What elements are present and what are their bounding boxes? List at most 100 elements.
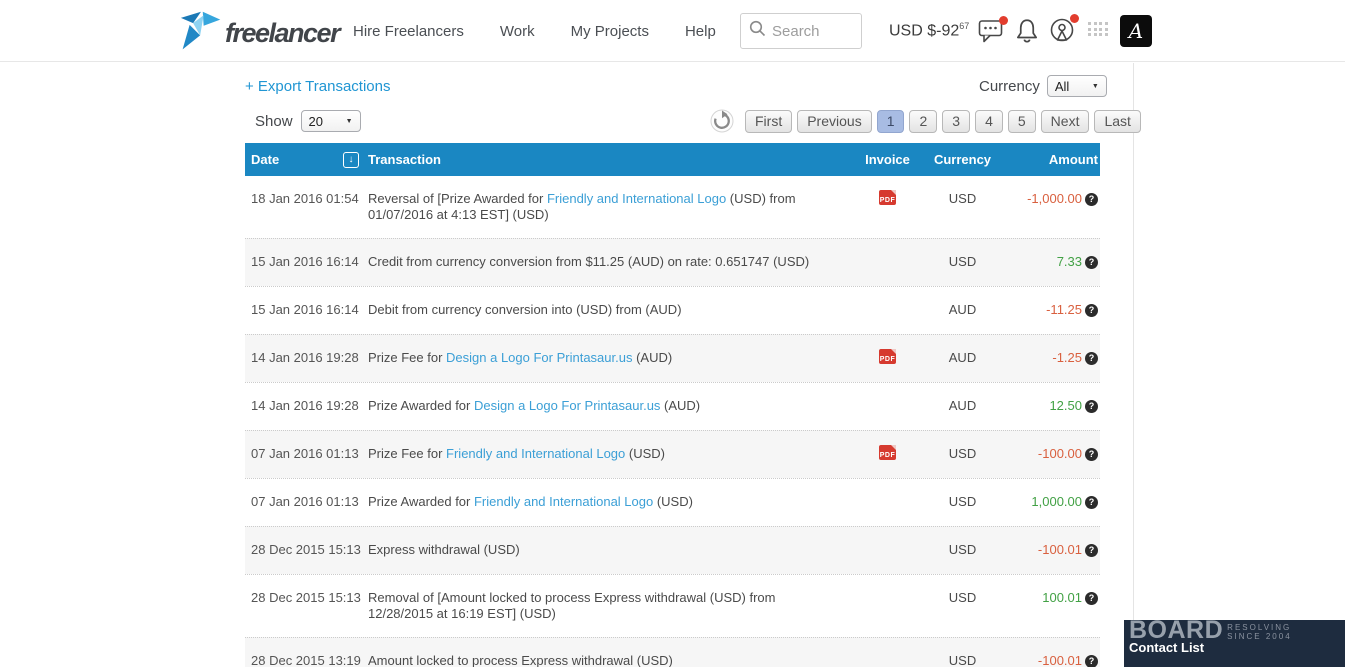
sort-descending-icon[interactable]: ↓ (343, 152, 359, 168)
cell-date: 15 Jan 2016 16:14 (245, 302, 368, 317)
amount-help-icon[interactable]: ? (1085, 193, 1098, 206)
nav-item-work[interactable]: Work (500, 23, 535, 40)
header-date[interactable]: Date (251, 152, 279, 167)
show-select-value: 20 (309, 114, 323, 129)
pdf-label: PDF (879, 197, 896, 204)
top-navigation-bar: freelancer Hire Freelancers Work My Proj… (0, 0, 1345, 62)
cell-currency: USD (915, 446, 1010, 461)
page-button-first[interactable]: First (745, 110, 792, 133)
amount-help-icon[interactable]: ? (1085, 496, 1098, 509)
header-invoice: Invoice (860, 152, 915, 167)
amount-help-icon[interactable]: ? (1085, 400, 1098, 413)
nav-item-hire-freelancers[interactable]: Hire Freelancers (353, 23, 464, 40)
page-button-previous[interactable]: Previous (797, 110, 871, 133)
apps-grid-icon[interactable] (1088, 22, 1108, 36)
board-tagline-2: SINCE 2004 (1227, 632, 1291, 641)
amount-help-icon[interactable]: ? (1085, 304, 1098, 317)
cell-date: 28 Dec 2015 15:13 (245, 542, 368, 557)
table-row: 28 Dec 2015 15:13 Express withdrawal (US… (245, 526, 1100, 574)
amount-help-icon[interactable]: ? (1085, 655, 1098, 667)
project-link[interactable]: Design a Logo For Printasaur.us (474, 398, 660, 413)
cell-currency: AUD (915, 302, 1010, 317)
cell-date: 15 Jan 2016 16:14 (245, 254, 368, 269)
cell-transaction: Debit from currency conversion into (USD… (368, 302, 860, 318)
pdf-invoice-icon[interactable]: PDF (879, 445, 896, 460)
amount-value: 12.50 (1049, 398, 1082, 413)
table-row: 14 Jan 2016 19:28 Prize Fee for Design a… (245, 334, 1100, 382)
amount-value: -100.01 (1038, 542, 1082, 557)
cell-transaction: Prize Fee for Friendly and International… (368, 446, 860, 462)
amount-help-icon[interactable]: ? (1085, 544, 1098, 557)
search-box (740, 13, 862, 49)
pdf-label: PDF (879, 452, 896, 459)
amount-value: 100.01 (1042, 590, 1082, 605)
project-link[interactable]: Friendly and International Logo (547, 191, 726, 206)
notifications-bell-icon[interactable] (1014, 17, 1042, 43)
amount-help-icon[interactable]: ? (1085, 592, 1098, 605)
header-currency: Currency (915, 152, 1010, 167)
page-button-next[interactable]: Next (1041, 110, 1090, 133)
user-avatar[interactable]: A (1120, 15, 1152, 47)
currency-select-value: All (1055, 79, 1069, 94)
amount-help-icon[interactable]: ? (1085, 352, 1098, 365)
freelancer-bird-icon (180, 11, 222, 56)
cell-currency: USD (915, 191, 1010, 206)
amount-value: -100.01 (1038, 653, 1082, 667)
cell-date: 18 Jan 2016 01:54 (245, 191, 368, 206)
cell-transaction: Reversal of [Prize Awarded for Friendly … (368, 191, 860, 223)
nav-item-help[interactable]: Help (685, 23, 716, 40)
cell-date: 14 Jan 2016 19:28 (245, 350, 368, 365)
project-link[interactable]: Friendly and International Logo (474, 494, 653, 509)
show-label: Show (255, 113, 293, 130)
contact-list-link[interactable]: Contact List (1129, 640, 1345, 655)
main-menu: Hire Freelancers Work My Projects Help (353, 0, 716, 62)
page-button-last[interactable]: Last (1094, 110, 1140, 133)
account-balance[interactable]: USD $-9267 (889, 21, 969, 40)
amount-value: 7.33 (1057, 254, 1082, 269)
export-transactions-link[interactable]: + Export Transactions (245, 78, 391, 95)
cell-transaction: Prize Awarded for Design a Logo For Prin… (368, 398, 860, 414)
page-button-3[interactable]: 3 (942, 110, 970, 133)
messages-icon[interactable] (978, 19, 1006, 45)
header-transaction[interactable]: Transaction (368, 152, 860, 168)
pdf-invoice-icon[interactable]: PDF (879, 349, 896, 364)
balance-cents: 67 (959, 21, 969, 31)
transactions-body: 18 Jan 2016 01:54 Reversal of [Prize Awa… (245, 176, 1100, 667)
amount-help-icon[interactable]: ? (1085, 256, 1098, 269)
pdf-invoice-icon[interactable]: PDF (879, 190, 896, 205)
show-per-page: Show 20 ▼ (255, 110, 361, 132)
transactions-table: Date ↓ Transaction Invoice Currency Amou… (245, 143, 1100, 667)
cell-date: 07 Jan 2016 01:13 (245, 446, 368, 461)
amount-help-icon[interactable]: ? (1085, 448, 1098, 461)
cell-currency: USD (915, 653, 1010, 667)
chevron-down-icon: ▼ (1092, 83, 1099, 90)
page-button-2[interactable]: 2 (909, 110, 937, 133)
nav-item-my-projects[interactable]: My Projects (571, 23, 649, 40)
currency-select[interactable]: All ▼ (1047, 75, 1107, 97)
table-row: 07 Jan 2016 01:13 Prize Fee for Friendly… (245, 430, 1100, 478)
cell-currency: AUD (915, 350, 1010, 365)
cell-transaction: Credit from currency conversion from $11… (368, 254, 860, 270)
board-widget: BOARD RESOLVING SINCE 2004 Contact List (1124, 620, 1345, 667)
currency-label: Currency (979, 78, 1040, 95)
show-select[interactable]: 20 ▼ (301, 110, 361, 132)
cell-transaction: Removal of [Amount locked to process Exp… (368, 590, 860, 622)
project-link[interactable]: Design a Logo For Printasaur.us (446, 350, 632, 365)
freelancer-logo[interactable]: freelancer (180, 11, 339, 56)
table-row: 15 Jan 2016 16:14 Credit from currency c… (245, 238, 1100, 286)
table-row: 07 Jan 2016 01:13 Prize Awarded for Frie… (245, 478, 1100, 526)
cell-currency: USD (915, 254, 1010, 269)
page-button-4[interactable]: 4 (975, 110, 1003, 133)
broadcast-feed-icon[interactable] (1049, 17, 1077, 43)
project-link[interactable]: Friendly and International Logo (446, 446, 625, 461)
page-button-1[interactable]: 1 (877, 110, 905, 133)
amount-value: -11.25 (1046, 302, 1082, 317)
table-row: 28 Dec 2015 15:13 Removal of [Amount loc… (245, 574, 1100, 637)
cell-date: 14 Jan 2016 19:28 (245, 398, 368, 413)
refresh-icon[interactable] (710, 109, 734, 133)
board-tagline-1: RESOLVING (1227, 623, 1291, 632)
page-button-5[interactable]: 5 (1008, 110, 1036, 133)
search-input[interactable] (772, 23, 852, 40)
pagination: FirstPrevious 12345NextLast (745, 110, 1141, 133)
broadcast-badge (1070, 14, 1079, 23)
